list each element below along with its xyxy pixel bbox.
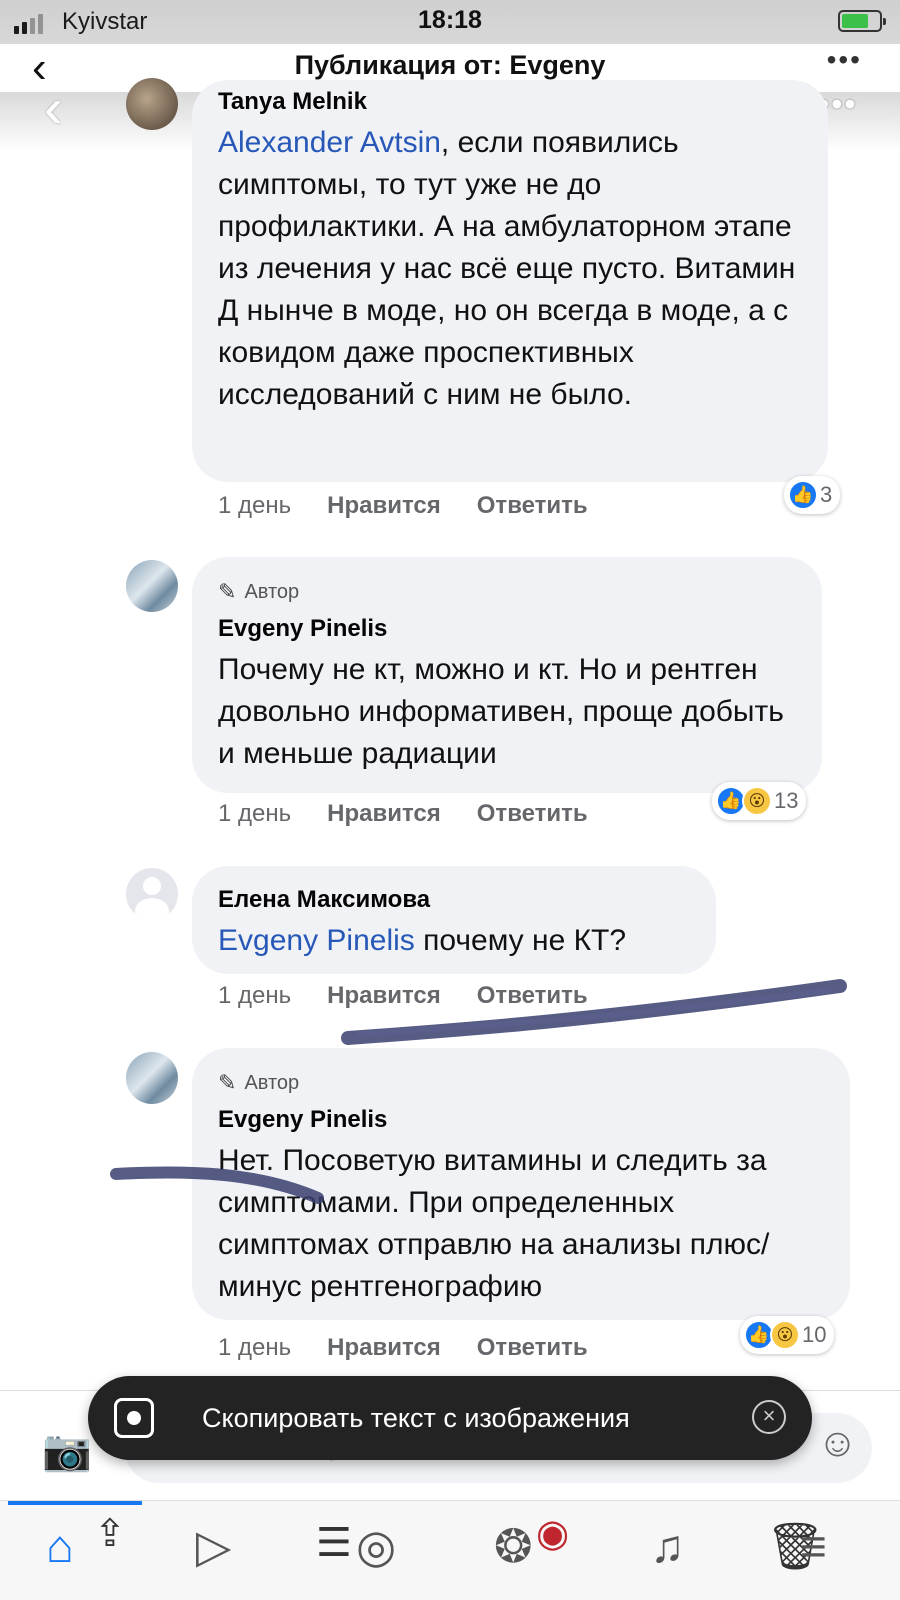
mention-link[interactable]: Alexander Avtsin: [218, 126, 441, 159]
camera-icon[interactable]: 📷: [42, 1427, 92, 1474]
comment-time: 1 день: [218, 492, 292, 519]
comment-author[interactable]: Tanya Melnik: [218, 88, 802, 116]
back-arrow-icon[interactable]: ‹: [44, 80, 63, 136]
wow-reaction-icon: 😮: [742, 786, 772, 816]
groups-icon[interactable]: ❂: [494, 1523, 533, 1569]
comment-author[interactable]: Evgeny Pinelis: [218, 615, 796, 643]
avatar[interactable]: [126, 868, 178, 920]
comment-text: Evgeny Pinelis почему не КТ?: [218, 924, 627, 957]
like-link[interactable]: Нравится: [327, 492, 441, 520]
mention-link[interactable]: Evgeny Pinelis: [218, 924, 415, 957]
page-title: Публикация от: Evgeny: [294, 50, 606, 80]
comment-author[interactable]: Елена Максимова: [218, 886, 690, 914]
comment-time: 1 день: [218, 982, 292, 1009]
avatar[interactable]: [126, 1052, 178, 1104]
adjust-icon[interactable]: ☰: [316, 1523, 352, 1563]
comment-actions: 1 день Нравится Ответить: [218, 492, 588, 520]
facebook-comments-screen: { "status_bar": {"carrier": "Kyivstar", …: [0, 0, 900, 1600]
comment-text: Alexander Avtsin, если появились симптом…: [218, 126, 796, 411]
author-badge: ✎ Автор: [218, 579, 300, 604]
avatar[interactable]: [126, 560, 178, 612]
like-link[interactable]: Нравится: [327, 1334, 441, 1362]
record-icon[interactable]: ◉: [536, 1515, 569, 1553]
scribble-mark: [110, 1166, 324, 1204]
live-text-icon: [114, 1398, 154, 1438]
comment-actions: 1 день Нравится Ответить: [218, 1334, 588, 1362]
close-icon[interactable]: ×: [752, 1400, 786, 1434]
active-tab-indicator: [8, 1501, 142, 1505]
video-icon[interactable]: ▷: [196, 1523, 231, 1569]
bell-icon[interactable]: ♫: [650, 1523, 685, 1569]
reaction-count[interactable]: 👍 😮 13: [712, 782, 807, 820]
comment-actions: 1 день Нравится Ответить: [218, 800, 588, 828]
comment-time: 1 день: [218, 800, 292, 827]
toast-label: Скопировать текст с изображения: [202, 1402, 630, 1433]
reply-link[interactable]: Ответить: [477, 800, 588, 828]
comment-text: Почему не кт, можно и кт. Но и рентген д…: [218, 653, 784, 770]
menu-icon[interactable]: ≡: [800, 1523, 827, 1569]
scribble-mark: [341, 979, 847, 1045]
tab-bar: ⌂ ⇪ ▷ ☰ ◎ ❂ ◉ ♫ 🗑 ≡: [0, 1500, 900, 1600]
copy-text-toast[interactable]: Скопировать текст с изображения ×: [88, 1376, 812, 1460]
comment-bubble: Елена Максимова Evgeny Pinelis почему не…: [192, 866, 716, 974]
more-options-button[interactable]: •••: [827, 44, 862, 76]
reaction-count[interactable]: 👍 😮 10: [740, 1316, 835, 1354]
like-reaction-icon: 👍: [788, 480, 818, 510]
like-link[interactable]: Нравится: [327, 800, 441, 828]
emoji-icon[interactable]: ☺: [817, 1421, 858, 1466]
comment-author[interactable]: Evgeny Pinelis: [218, 1106, 824, 1134]
avatar[interactable]: [126, 78, 178, 130]
share-icon[interactable]: ⇪: [94, 1515, 126, 1553]
reply-link[interactable]: Ответить: [477, 1334, 588, 1362]
reply-link[interactable]: Ответить: [477, 492, 588, 520]
profile-icon[interactable]: ◎: [356, 1523, 396, 1569]
pencil-icon: ✎: [218, 1070, 237, 1095]
pencil-icon: ✎: [218, 579, 237, 604]
home-icon[interactable]: ⌂: [46, 1523, 74, 1569]
wow-reaction-icon: 😮: [770, 1320, 800, 1350]
comment-bubble: ✎ Автор Evgeny Pinelis Почему не кт, можн…: [192, 557, 822, 793]
reaction-count[interactable]: 👍 3: [784, 476, 841, 514]
author-badge: ✎ Автор: [218, 1070, 300, 1095]
comment-time: 1 день: [218, 1334, 292, 1361]
comment-bubble: Tanya Melnik Alexander Avtsin, если появ…: [192, 80, 828, 482]
